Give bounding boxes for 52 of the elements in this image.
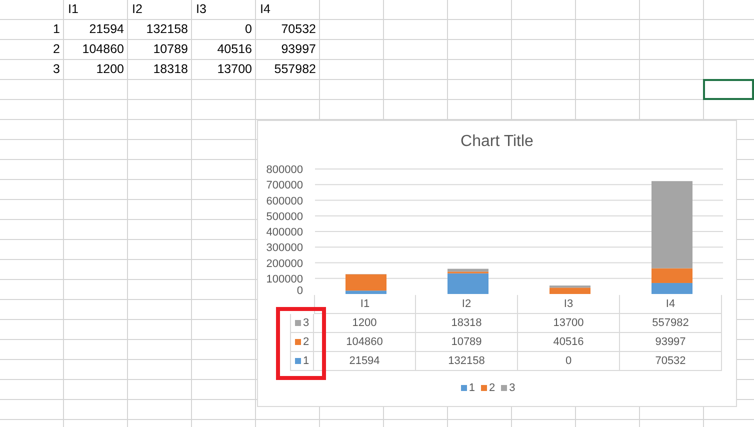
data-table-cell: 557982: [620, 314, 722, 333]
data-table-cell: 70532: [620, 352, 722, 371]
table-cell-text: 18318: [152, 61, 189, 78]
table-cell-text: 70532: [280, 21, 317, 38]
y-axis-label: 300000: [266, 242, 303, 254]
row-label-cell-text: 1: [52, 21, 61, 38]
table-cell-text: 10789: [152, 41, 189, 58]
y-axis-label: 700000: [266, 180, 303, 192]
data-table-cell: 132158: [416, 352, 518, 371]
table-cell-text: 557982: [273, 61, 317, 78]
column-header-cell-text: I3: [195, 1, 208, 18]
category-label: I4: [620, 295, 722, 314]
y-axis-label: 400000: [266, 226, 303, 238]
category-label: I1: [314, 295, 416, 314]
data-table-cell: 93997: [620, 333, 722, 352]
data-table-cell: 104860: [314, 333, 416, 352]
row-label-cell-text: 2: [52, 41, 61, 58]
category-label: I3: [518, 295, 620, 314]
table-cell-text: 93997: [280, 41, 317, 58]
selected-cell[interactable]: [703, 79, 754, 100]
row-label-cell-text: 3: [52, 61, 61, 78]
y-axis-label: 800000: [266, 164, 303, 176]
table-cell-text: 104860: [81, 41, 125, 58]
data-table-cell: 1200: [314, 314, 416, 333]
table-cell-text: 0: [244, 21, 253, 38]
legend-label: 2: [488, 382, 496, 394]
series-label: 2: [302, 336, 310, 348]
column-header-cell-text: I1: [67, 1, 80, 18]
table-cell-text: 21594: [88, 21, 125, 38]
series-label: 3: [302, 317, 310, 329]
table-cell-text: 1200: [95, 61, 125, 78]
y-axis-label: 500000: [266, 210, 303, 223]
table-cell-text: 40516: [216, 41, 253, 58]
data-table-cell: 21594: [314, 352, 416, 371]
chart-title: Chart Title: [460, 132, 534, 152]
y-axis-label: 600000: [266, 195, 303, 208]
table-cell-text: 132158: [145, 21, 189, 38]
y-axis-label: 0: [296, 285, 303, 297]
legend-label: 3: [509, 382, 516, 394]
data-table-cell: 18318: [416, 314, 518, 333]
data-table-cell: 13700: [518, 314, 620, 333]
y-axis-label: 100000: [266, 273, 303, 286]
data-table-cell: 10789: [416, 333, 518, 352]
column-header-cell-text: I4: [259, 1, 272, 18]
y-axis-label: 200000: [266, 258, 303, 270]
series-label: 1: [302, 355, 310, 367]
column-header-cell-text: I2: [131, 1, 144, 18]
data-table-cell: 0: [518, 352, 620, 371]
legend-label: 1: [468, 382, 475, 394]
category-label: I2: [416, 295, 518, 314]
data-table-cell: 40516: [518, 333, 620, 352]
table-cell-text: 13700: [216, 61, 253, 78]
